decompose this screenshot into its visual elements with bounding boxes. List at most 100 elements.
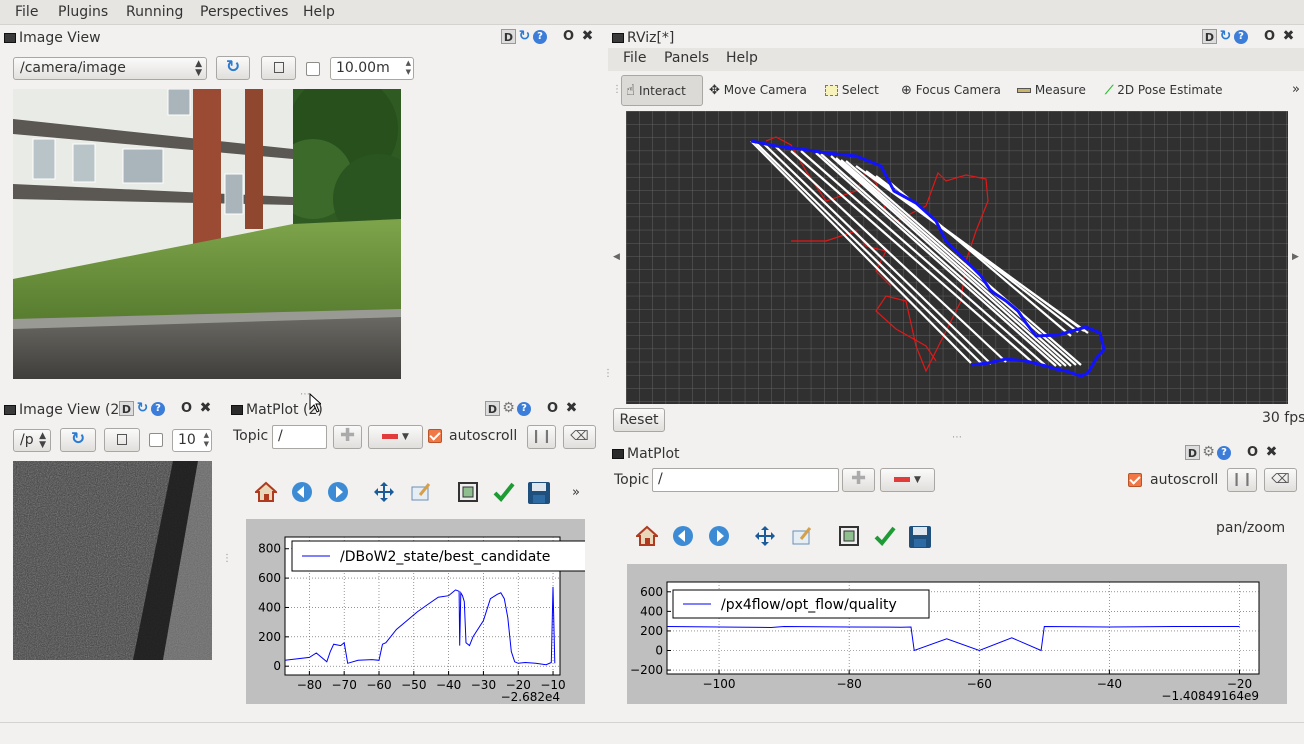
save-icon: [117, 434, 127, 445]
close-icon[interactable]: ✖: [580, 29, 595, 44]
refresh-topics-button[interactable]: ↻: [60, 428, 96, 452]
check-icon[interactable]: [873, 525, 897, 549]
gear-icon[interactable]: ⚙: [501, 401, 516, 416]
close-icon[interactable]: ✖: [198, 401, 213, 416]
rviz-menu-file[interactable]: File: [623, 50, 646, 66]
close-icon[interactable]: ✖: [1281, 29, 1296, 44]
mouse-cursor-icon: [309, 393, 321, 413]
close-icon[interactable]: ✖: [1264, 445, 1279, 460]
zoom-rect-icon[interactable]: [409, 481, 433, 505]
help-icon[interactable]: ?: [517, 401, 531, 416]
y-tick-label: 0: [655, 644, 663, 658]
subplots-icon[interactable]: [456, 481, 480, 505]
clear-button[interactable]: ⌫: [563, 425, 596, 449]
image-topic-combo[interactable]: /camera/image ▲ ▼: [13, 57, 207, 80]
pause-button[interactable]: ❙❙: [527, 425, 556, 449]
rviz-menu-panels[interactable]: Panels: [664, 50, 709, 66]
forward-icon[interactable]: [707, 525, 731, 549]
tool-focus-camera[interactable]: ⊕ Focus Camera: [901, 75, 1001, 105]
forward-icon[interactable]: [326, 481, 350, 505]
plot-2-canvas[interactable]: −100 −80 −60 −40 −20 −200 0 200 400 600/px4flow/o…: [627, 564, 1287, 704]
home-icon[interactable]: [634, 525, 660, 549]
y-tick-label: 400: [640, 604, 663, 618]
help-icon[interactable]: ?: [1234, 29, 1248, 44]
pan-icon[interactable]: [753, 525, 777, 549]
rviz-menu-help[interactable]: Help: [726, 50, 758, 66]
remove-topic-button[interactable]: ▼: [368, 425, 423, 449]
float-button[interactable]: O: [1245, 445, 1260, 460]
float-button[interactable]: O: [545, 401, 560, 416]
spin-arrows-icon[interactable]: ▲ ▼: [406, 59, 411, 77]
remove-topic-button[interactable]: ▼: [880, 468, 935, 492]
back-icon[interactable]: [290, 481, 314, 505]
help-d-icon[interactable]: D: [485, 401, 500, 416]
rviz-status-bar: Reset 30 fps: [608, 405, 1304, 435]
x-tick-label: −100: [703, 677, 736, 691]
clear-button[interactable]: ⌫: [1264, 468, 1297, 492]
float-button[interactable]: O: [1262, 29, 1277, 44]
reload-icon[interactable]: ↻: [135, 401, 150, 416]
help-icon[interactable]: ?: [1217, 445, 1231, 460]
autoscroll-checkbox[interactable]: [1128, 473, 1142, 487]
zoom-rect-icon[interactable]: [790, 525, 814, 549]
image-2-topic-combo[interactable]: /p ▲ ▼: [13, 429, 51, 452]
reload-icon[interactable]: ↻: [1218, 29, 1233, 44]
plot-1-canvas[interactable]: −80 −70 −60 −50 −40 −30 −20 −10 0 200 400 600 800/DB…: [246, 519, 589, 704]
x-tick-label: −80: [836, 677, 861, 691]
rviz-3d-view[interactable]: [626, 111, 1288, 404]
pause-button[interactable]: ❙❙: [1227, 468, 1257, 492]
splitter-handle[interactable]: ⋮: [222, 553, 232, 564]
spin-arrows-icon[interactable]: ▲ ▼: [204, 431, 209, 449]
add-topic-button[interactable]: ✚: [333, 425, 362, 449]
save-image-button[interactable]: [104, 428, 140, 452]
left-collapse-icon[interactable]: ◀: [613, 252, 620, 262]
max-range-spinbox[interactable]: 10 ▲ ▼: [172, 429, 212, 452]
right-collapse-icon[interactable]: ▶: [1292, 252, 1299, 262]
tool-2d-pose-estimate[interactable]: ⟋ 2D Pose Estimate: [1105, 75, 1223, 105]
toolbar-more-icon[interactable]: »: [572, 485, 580, 500]
splitter-handle[interactable]: ⋮: [603, 368, 613, 379]
autoscroll-checkbox[interactable]: [428, 429, 442, 443]
tool-interact[interactable]: ☝ Interact: [626, 75, 686, 105]
dynamic-range-checkbox[interactable]: [149, 433, 163, 447]
save-figure-icon[interactable]: [527, 481, 551, 505]
help-d-icon[interactable]: D: [1202, 29, 1217, 44]
float-button[interactable]: O: [179, 401, 194, 416]
menu-file[interactable]: File: [15, 4, 38, 20]
refresh-topics-button[interactable]: ↻: [216, 56, 250, 80]
menu-plugins[interactable]: Plugins: [58, 4, 108, 20]
reload-icon[interactable]: ↻: [517, 29, 532, 44]
close-icon[interactable]: ✖: [564, 401, 579, 416]
gear-icon[interactable]: ⚙: [1201, 445, 1216, 460]
save-figure-icon[interactable]: [908, 525, 932, 549]
save-image-button[interactable]: [261, 56, 296, 80]
splitter-handle[interactable]: ⋯: [952, 432, 962, 443]
float-button[interactable]: O: [561, 29, 576, 44]
matplot-title-bar: MatPlot D ⚙? O ✖: [608, 443, 1304, 465]
tool-measure[interactable]: Measure: [1017, 75, 1086, 105]
help-d-icon[interactable]: D: [501, 29, 516, 44]
help-icon[interactable]: ?: [533, 29, 547, 44]
pan-icon[interactable]: [372, 481, 396, 505]
dynamic-range-checkbox[interactable]: [306, 62, 320, 76]
tool-select[interactable]: Select: [825, 75, 879, 105]
toolbar-more-icon[interactable]: »: [1292, 82, 1300, 97]
help-icon[interactable]: ?: [151, 401, 165, 416]
tool-move-camera[interactable]: ✥ Move Camera: [709, 75, 807, 105]
subplots-icon[interactable]: [837, 525, 861, 549]
save-icon: [273, 62, 284, 73]
menu-help[interactable]: Help: [303, 4, 335, 20]
add-topic-button[interactable]: ✚: [842, 468, 875, 492]
help-d-icon[interactable]: D: [119, 401, 134, 416]
home-icon[interactable]: [253, 481, 279, 505]
max-range-spinbox[interactable]: 10.00m ▲ ▼: [330, 57, 414, 80]
menu-running[interactable]: Running: [126, 4, 183, 20]
topic-input[interactable]: /: [272, 425, 327, 449]
y-tick-label: 400: [258, 600, 281, 614]
menu-perspectives[interactable]: Perspectives: [200, 4, 288, 20]
reset-button[interactable]: Reset: [613, 408, 665, 432]
check-icon[interactable]: [492, 481, 516, 505]
back-icon[interactable]: [671, 525, 695, 549]
topic-input[interactable]: /: [652, 468, 839, 492]
help-d-icon[interactable]: D: [1185, 445, 1200, 460]
